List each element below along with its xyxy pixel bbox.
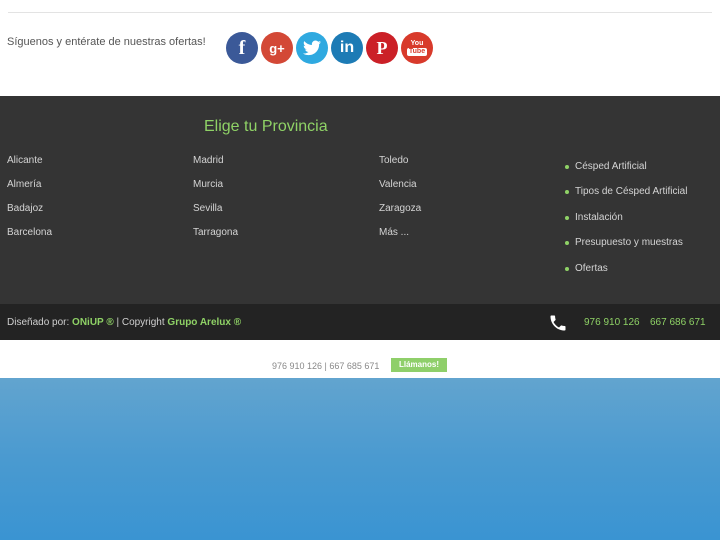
province-link[interactable]: Barcelona	[7, 226, 52, 250]
province-link[interactable]: Badajoz	[7, 202, 52, 226]
province-link[interactable]: Alicante	[7, 154, 52, 178]
facebook-icon[interactable]: f	[226, 32, 258, 64]
footer-link[interactable]: Presupuesto y muestras	[565, 231, 687, 257]
phone-number-2[interactable]: 667 686 671	[650, 317, 706, 328]
provinces-column-1: Alicante Almería Badajoz Barcelona	[7, 154, 52, 250]
credit-mid: | Copyright	[113, 317, 168, 328]
bullet-icon	[565, 190, 569, 195]
bullet-icon	[565, 215, 569, 220]
copyright-bar: Diseñado por: ONiUP ® | Copyright Grupo …	[0, 304, 720, 340]
phone-number-1[interactable]: 976 910 126	[584, 317, 640, 328]
provinces-title: Elige tu Provincia	[204, 118, 328, 135]
footer-link[interactable]: Ofertas	[565, 256, 687, 282]
bullet-icon	[565, 164, 569, 169]
provinces-column-2: Madrid Murcia Sevilla Tarragona	[193, 154, 238, 250]
company-link[interactable]: Grupo Arelux ®	[167, 317, 241, 328]
footer-link[interactable]: Tipos de Césped Artificial	[565, 180, 687, 206]
social-follow-section: Síguenos y entérate de nuestras ofertas!…	[0, 0, 720, 96]
province-link[interactable]: Murcia	[193, 178, 238, 202]
bullet-icon	[565, 266, 569, 271]
call-button[interactable]: Llámanos!	[391, 358, 447, 372]
youtube-icon-label-top: You	[410, 40, 424, 47]
sky-background	[0, 378, 720, 540]
footer-link-label: Césped Artificial	[575, 160, 647, 172]
footer-provinces: Elige tu Provincia Alicante Almería Bada…	[0, 96, 720, 304]
twitter-icon[interactable]	[296, 32, 328, 64]
province-link[interactable]: Zaragoza	[379, 202, 421, 226]
phone-icon	[550, 315, 566, 331]
footer-link-label: Instalación	[575, 211, 623, 223]
footer-link-label: Ofertas	[575, 262, 608, 274]
designer-link[interactable]: ONiUP ®	[72, 317, 114, 328]
footer-link[interactable]: Instalación	[565, 205, 687, 231]
province-link[interactable]: Tarragona	[193, 226, 238, 250]
pinterest-icon[interactable]: P	[366, 32, 398, 64]
bullet-icon	[565, 241, 569, 246]
social-icons: f g+ in P You Tube	[226, 32, 433, 64]
linkedin-icon[interactable]: in	[331, 32, 363, 64]
call-numbers: 976 910 126 | 667 685 671	[272, 361, 380, 371]
youtube-icon-label-bottom: Tube	[406, 48, 428, 56]
province-link[interactable]: Almería	[7, 178, 52, 202]
footer-link[interactable]: Césped Artificial	[565, 154, 687, 180]
more-provinces-link[interactable]: Más ...	[379, 226, 421, 250]
google-plus-icon[interactable]: g+	[261, 32, 293, 64]
province-link[interactable]: Madrid	[193, 154, 238, 178]
credit-prefix: Diseñado por:	[7, 317, 73, 328]
youtube-icon[interactable]: You Tube	[401, 32, 433, 64]
divider	[8, 12, 712, 13]
follow-text: Síguenos y entérate de nuestras ofertas!	[7, 36, 206, 48]
footer-link-label: Presupuesto y muestras	[575, 237, 683, 249]
credit-text: Diseñado por: ONiUP ® | Copyright Grupo …	[7, 317, 241, 328]
call-strip: 976 910 126 | 667 685 671 Llámanos!	[0, 340, 720, 378]
provinces-column-3: Toledo Valencia Zaragoza Más ...	[379, 154, 421, 250]
footer-links: Césped Artificial Tipos de Césped Artifi…	[565, 154, 687, 282]
footer-link-label: Tipos de Césped Artificial	[575, 186, 688, 198]
province-link[interactable]: Sevilla	[193, 202, 238, 226]
province-link[interactable]: Toledo	[379, 154, 421, 178]
province-link[interactable]: Valencia	[379, 178, 421, 202]
